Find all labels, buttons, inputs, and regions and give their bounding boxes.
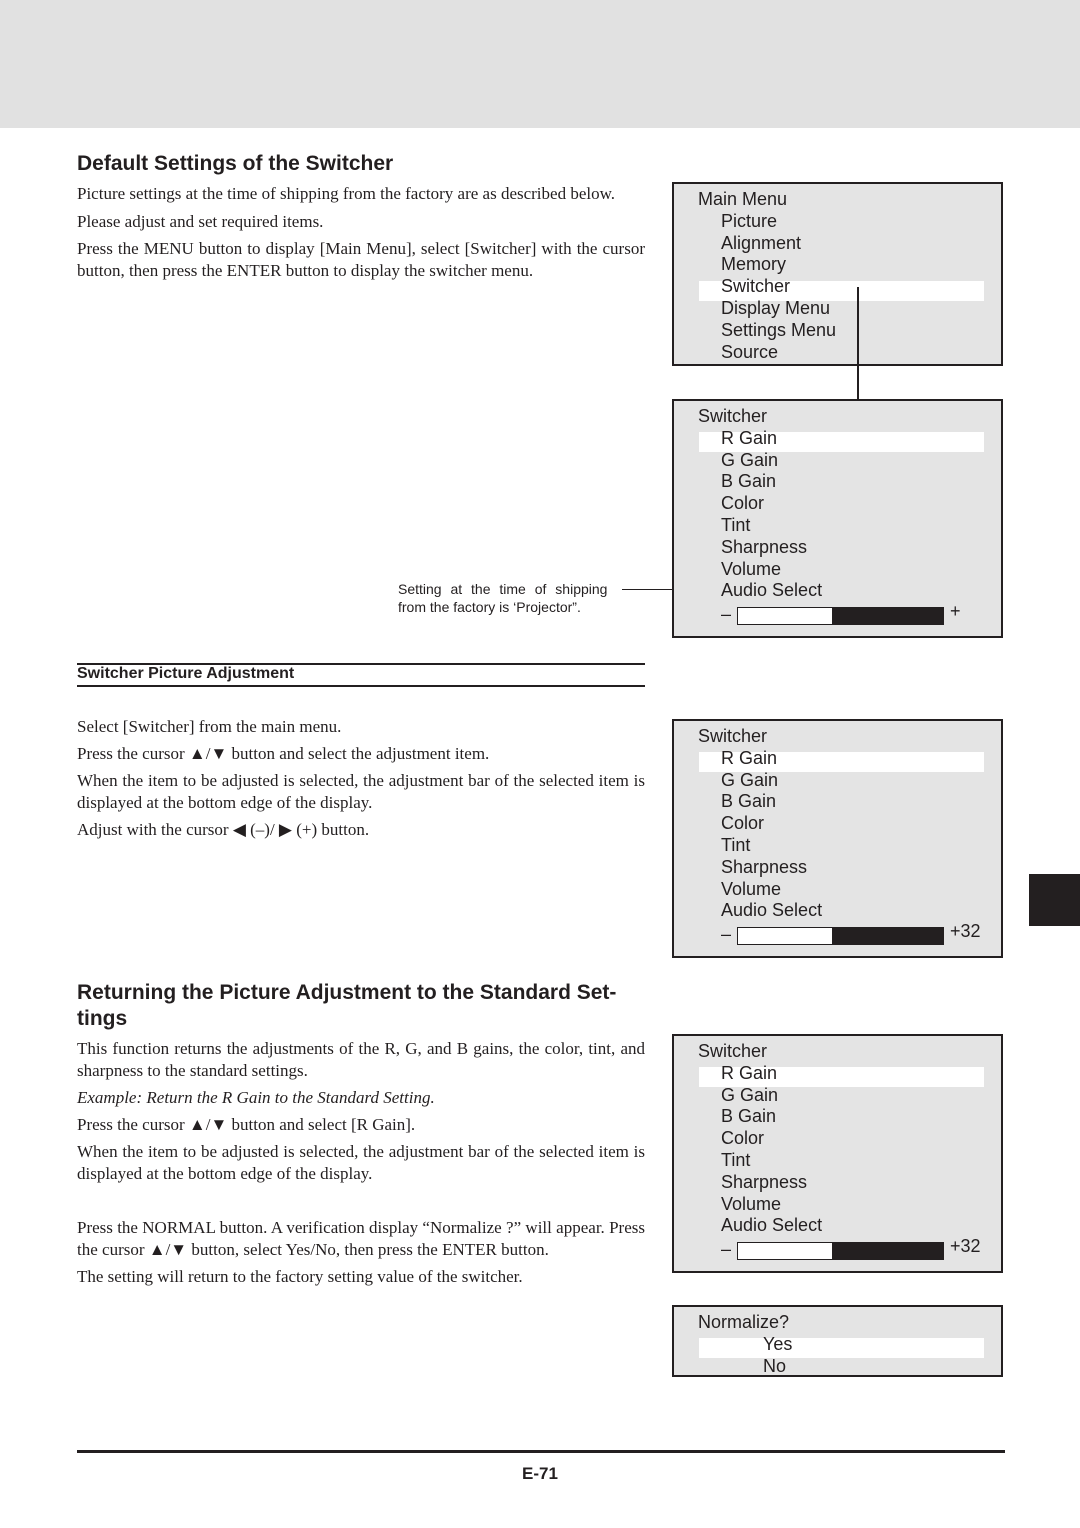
plus-value: +: [950, 601, 961, 622]
shipping-note: Setting at the time of shipping from the…: [398, 580, 607, 616]
menu-item[interactable]: Color: [721, 813, 764, 834]
plus-value: +32: [950, 921, 981, 942]
menu-item[interactable]: Tint: [721, 1150, 750, 1171]
menu-item[interactable]: Audio Select: [721, 1215, 822, 1236]
menu-item[interactable]: Picture: [721, 211, 777, 232]
menu-title: Normalize?: [698, 1312, 790, 1332]
manual-page: Default Settings of the Switcher Picture…: [0, 0, 1080, 1528]
menu-item[interactable]: Source: [721, 342, 778, 363]
menu-title: Main Menu: [698, 189, 788, 209]
paragraph: Please adjust and set required items.: [77, 212, 324, 231]
menu-item[interactable]: Audio Select: [721, 900, 822, 921]
paragraph: This function returns the adjustments of…: [77, 1039, 645, 1080]
menu-item[interactable]: B Gain: [721, 791, 776, 812]
paragraph: Adjust with the cursor ◀ (–)/ ▶ (+) butt…: [77, 820, 370, 839]
menu-item[interactable]: Sharpness: [721, 1172, 807, 1193]
paragraph: When the item to be adjusted is selected…: [77, 771, 645, 812]
menu-item[interactable]: G Gain: [721, 450, 778, 471]
selection-highlight: [699, 1338, 984, 1358]
menu-item[interactable]: G Gain: [721, 1085, 778, 1106]
minus-sign: –: [721, 604, 732, 625]
switcher-menu-default: Switcher R Gain G Gain B Gain Color Tint Sharp…: [672, 399, 1003, 638]
menu-item[interactable]: Volume: [721, 879, 781, 900]
menu-item[interactable]: Color: [721, 493, 764, 514]
menu-item[interactable]: Audio Select: [721, 580, 822, 601]
section-title-default-settings: Default Settings of the Switcher: [77, 152, 394, 175]
menu-item[interactable]: Volume: [721, 1194, 781, 1215]
paragraph: Press the MENU button to display [Main M…: [77, 239, 645, 280]
note-line: Setting at the time of shipping: [398, 581, 608, 597]
chapter-tab: [1029, 874, 1080, 926]
menu-item[interactable]: Sharpness: [721, 857, 807, 878]
minus-sign: –: [721, 924, 732, 945]
menu-item[interactable]: Memory: [721, 254, 786, 275]
menu-title: Switcher: [698, 726, 768, 746]
header-band: [0, 0, 1080, 128]
paragraph: When the item to be adjusted is selected…: [77, 1142, 645, 1183]
menu-item[interactable]: Settings Menu: [721, 320, 836, 341]
menu-item[interactable]: Tint: [721, 835, 750, 856]
menu-connector-line: [857, 287, 859, 400]
normalize-dialog: Normalize? Yes No: [672, 1305, 1003, 1377]
menu-item[interactable]: Color: [721, 1128, 764, 1149]
menu-item[interactable]: Alignment: [721, 233, 801, 254]
menu-item[interactable]: Yes: [763, 1334, 792, 1355]
minus-sign: –: [721, 1239, 732, 1260]
menu-item[interactable]: R Gain: [721, 428, 777, 449]
paragraph: The setting will return to the factory s…: [77, 1267, 523, 1286]
menu-item[interactable]: Sharpness: [721, 537, 807, 558]
adjustment-bar-fill: [738, 1243, 833, 1260]
menu-item[interactable]: R Gain: [721, 748, 777, 769]
menu-title: Switcher: [698, 1041, 768, 1061]
switcher-menu-normalize: Switcher R Gain G Gain B Gain Color Tint Sharp…: [672, 1034, 1003, 1273]
menu-item[interactable]: G Gain: [721, 770, 778, 791]
example-text: Example: Return the R Gain to the Standa…: [77, 1088, 435, 1107]
note-line: from the factory is ‘Projector”.: [398, 599, 581, 615]
menu-item[interactable]: Tint: [721, 515, 750, 536]
paragraph: Select [Switcher] from the main menu.: [77, 717, 342, 736]
section-title-returning: Returning the Picture Adjustment to the …: [77, 981, 617, 1030]
menu-item[interactable]: R Gain: [721, 1063, 777, 1084]
adjustment-bar[interactable]: [737, 1242, 944, 1261]
menu-item[interactable]: Display Menu: [721, 298, 830, 319]
menu-item[interactable]: B Gain: [721, 471, 776, 492]
menu-item[interactable]: B Gain: [721, 1106, 776, 1127]
adjustment-bar[interactable]: [737, 927, 944, 946]
menu-item[interactable]: Switcher: [721, 276, 790, 297]
paragraph: Press the cursor ▲/▼ button and select […: [77, 1115, 416, 1134]
page-number: E-71: [522, 1464, 558, 1483]
adjustment-bar[interactable]: [737, 607, 944, 626]
paragraph: Press the NORMAL button. A verification …: [77, 1218, 645, 1259]
adjustment-bar-fill: [738, 608, 833, 625]
plus-value: +32: [950, 1236, 981, 1257]
menu-item[interactable]: No: [763, 1356, 786, 1377]
adjustment-bar-fill: [738, 928, 833, 945]
main-menu: Main Menu Picture Alignment Memory Switcher D…: [672, 182, 1003, 366]
menu-item[interactable]: Volume: [721, 559, 781, 580]
section-title-switcher-adjustment: Switcher Picture Adjustment: [77, 663, 645, 687]
footer-rule: [77, 1450, 1005, 1453]
paragraph: Picture settings at the time of shipping…: [77, 184, 616, 203]
menu-title: Switcher: [698, 406, 768, 426]
switcher-menu-adjust: Switcher R Gain G Gain B Gain Color Tint Sharp…: [672, 719, 1003, 958]
paragraph: Press the cursor ▲/▼ button and select t…: [77, 744, 490, 763]
